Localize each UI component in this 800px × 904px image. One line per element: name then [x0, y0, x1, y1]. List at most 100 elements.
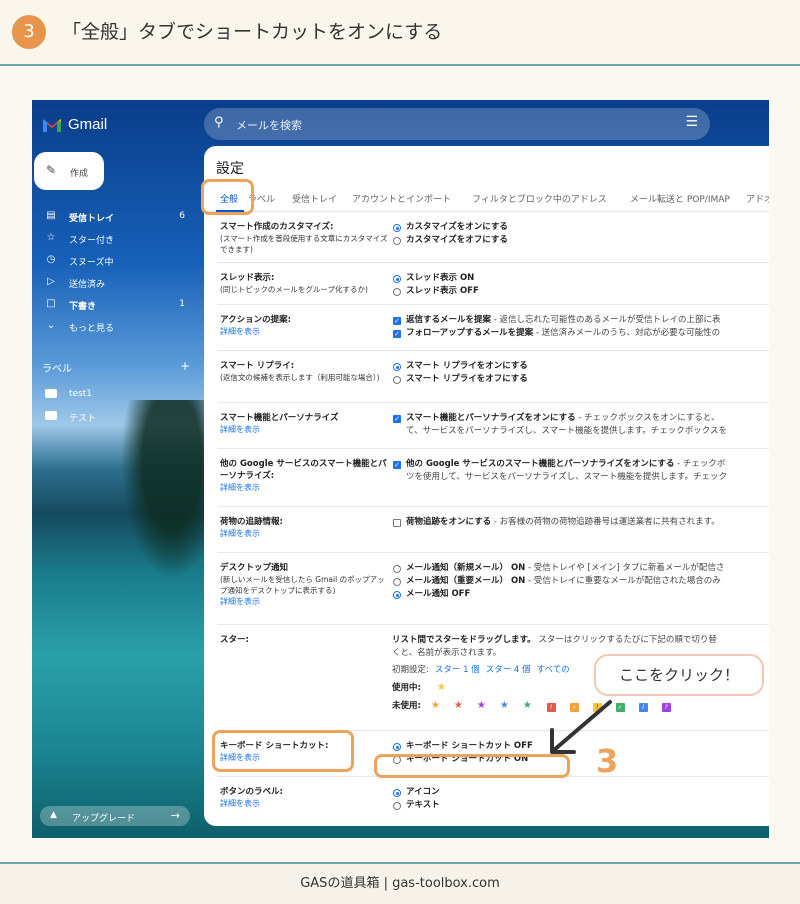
sidebar-item-drafts[interactable]: □ 下書き 1: [32, 294, 197, 316]
sidebar-label-test[interactable]: テスト: [32, 406, 192, 426]
setting-smart-reply: スマート リプライ: (返信文の候補を表示します（利用可能な場合）) スマート …: [218, 350, 769, 402]
setting-label-text: ボタンのラベル:: [220, 787, 283, 797]
sidebar-item-snoozed[interactable]: ◷ スヌーズ中: [32, 250, 197, 272]
setting-options: ✓ 返信するメールを提案 - 返信し忘れた可能性のあるメールが受信トレイの上部に表…: [392, 314, 769, 340]
settings-panel: 設定 全般 ラベル 受信トレイ アカウントとインポート フィルタとブロック中のア…: [204, 146, 769, 826]
upgrade-button[interactable]: ▲ アップグレード →: [40, 806, 190, 826]
radio-option[interactable]: スマート リプライをオフにする: [392, 373, 769, 386]
setting-label: 荷物の追跡情報: 詳細を表示: [220, 516, 392, 540]
radio-selected[interactable]: [393, 224, 401, 232]
setting-options: メール通知（新規メール） ON - 受信トレイや [メイン] タブに新着メールが…: [392, 562, 769, 601]
tab-addons[interactable]: アドオ: [746, 192, 769, 205]
blue-star-icon[interactable]: ★: [498, 699, 511, 712]
details-link[interactable]: 詳細を表示: [220, 798, 392, 810]
preset-4-stars-link[interactable]: スター 4 個: [486, 665, 531, 675]
setting-label: スマート機能とパーソナライズ 詳細を表示: [220, 412, 392, 436]
setting-label-text: 他の Google サービスのスマート機能とパーソナライズ:: [220, 459, 387, 481]
details-link[interactable]: 詳細を表示: [220, 326, 392, 338]
tab-filters[interactable]: フィルタとブロック中のアドレス: [472, 192, 607, 205]
radio-option[interactable]: テキスト: [392, 799, 769, 812]
radio-selected[interactable]: [393, 789, 401, 797]
gmail-brand: Gmail: [68, 116, 108, 133]
setting-options: カスタマイズをオンにする カスタマイズをオフにする: [392, 221, 769, 247]
yellow-star-icon[interactable]: ★: [435, 681, 448, 694]
option-description: て、サービスをパーソナライズし、スマート機能を提供します。チェックボックスを: [406, 426, 727, 436]
checkbox-option[interactable]: 荷物追跡をオンにする - お客様の荷物の荷物追跡番号は運送業者に共有されます。: [392, 516, 769, 529]
radio-unselected[interactable]: [393, 578, 401, 586]
radio-option[interactable]: スマート リプライをオンにする: [392, 360, 769, 373]
compose-button[interactable]: ✎ 作成: [34, 152, 104, 190]
clock-icon: ◷: [46, 254, 56, 265]
radio-option[interactable]: カスタマイズをオフにする: [392, 234, 769, 247]
purple-question-icon[interactable]: ?: [661, 703, 671, 712]
checkbox-option[interactable]: ✓ 他の Google サービスのスマート機能とパーソナライズをオンにする - チ…: [392, 458, 769, 471]
radio-unselected[interactable]: [393, 237, 401, 245]
green-star-icon[interactable]: ★: [521, 699, 534, 712]
details-link[interactable]: 詳細を表示: [220, 482, 392, 494]
radio-selected[interactable]: [393, 363, 401, 371]
checkbox-option[interactable]: ✓ 返信するメールを提案 - 返信し忘れた可能性のあるメールが受信トレイの上部に表: [392, 314, 769, 327]
setting-subtext: (スマート作成を普段使用する文章にカスタマイズできます): [220, 234, 388, 254]
search-icon[interactable]: ⚲: [214, 115, 224, 130]
setting-label-text: スマート作成のカスタマイズ:: [220, 222, 334, 232]
setting-label: スマート リプライ: (返信文の候補を表示します（利用可能な場合）): [220, 360, 392, 383]
checkbox-checked[interactable]: ✓: [393, 461, 401, 469]
setting-smart-compose: スマート作成のカスタマイズ: (スマート作成を普段使用する文章にカスタマイズでき…: [218, 212, 769, 262]
setting-smart-features: スマート機能とパーソナライズ 詳細を表示 ✓ スマート機能とパーソナライズをオンに…: [218, 402, 769, 448]
sidebar-item-sent[interactable]: ▷ 送信済み: [32, 272, 197, 294]
red-star-icon[interactable]: ★: [452, 699, 465, 712]
add-label-icon[interactable]: +: [180, 359, 190, 373]
checkbox-checked[interactable]: ✓: [393, 317, 401, 325]
sidebar-item-count: 1: [179, 299, 185, 309]
labels-heading: ラベル: [42, 364, 72, 375]
preset-1-star-link[interactable]: スター 1 個: [435, 665, 480, 675]
gmail-logo[interactable]: Gmail: [42, 116, 107, 133]
radio-unselected[interactable]: [393, 565, 401, 573]
details-link[interactable]: 詳細を表示: [220, 528, 392, 540]
radio-unselected[interactable]: [393, 376, 401, 384]
setting-label: デスクトップ通知 (新しいメールを受信したら Gmail のポップアップ通知をデ…: [220, 562, 392, 608]
sidebar-item-inbox[interactable]: ▤ 受信トレイ 6: [32, 206, 197, 228]
purple-star-icon[interactable]: ★: [475, 699, 488, 712]
tab-inbox[interactable]: 受信トレイ: [292, 192, 337, 205]
radio-option[interactable]: アイコン: [392, 786, 769, 799]
arrow-right-icon: →: [170, 809, 180, 822]
sidebar-label-test1[interactable]: test1: [32, 384, 192, 404]
radio-option[interactable]: メール通知（重要メール） ON - 受信トレイに重要なメールが配信された場合のみ: [392, 575, 769, 588]
checkbox-unchecked[interactable]: [393, 519, 401, 527]
details-link[interactable]: 詳細を表示: [220, 596, 392, 608]
radio-unselected[interactable]: [393, 288, 401, 296]
step-badge: 3: [12, 15, 46, 49]
radio-option[interactable]: カスタマイズをオンにする: [392, 221, 769, 234]
tab-accounts[interactable]: アカウントとインポート: [352, 192, 451, 205]
sidebar-item-starred[interactable]: ☆ スター付き: [32, 228, 197, 250]
checkbox-checked[interactable]: ✓: [393, 330, 401, 338]
radio-option[interactable]: メール通知 OFF: [392, 588, 769, 601]
setting-options: ✓ スマート機能とパーソナライズをオンにする - チェックボックスをオンにすると、…: [392, 412, 769, 438]
search-options-icon[interactable]: ☰: [685, 114, 698, 130]
search-input[interactable]: メールを検索: [236, 117, 302, 133]
radio-unselected[interactable]: [393, 802, 401, 810]
settings-tabs: 全般 ラベル 受信トレイ アカウントとインポート フィルタとブロック中のアドレス…: [204, 188, 769, 212]
radio-option[interactable]: スレッド表示 OFF: [392, 285, 769, 298]
radio-selected[interactable]: [393, 743, 401, 751]
orange-star-icon[interactable]: ★: [429, 699, 442, 712]
checkbox-option[interactable]: ✓ フォローアップするメールを提案 - 送信済みメールのうち、対応が必要な可能性の: [392, 327, 769, 340]
setting-label: 他の Google サービスのスマート機能とパーソナライズ: 詳細を表示: [220, 458, 392, 494]
search-bar[interactable]: ⚲ メールを検索 ☰: [204, 108, 710, 140]
radio-selected[interactable]: [393, 275, 401, 283]
tab-forwarding[interactable]: メール転送と POP/IMAP: [630, 192, 730, 205]
setting-subtext: (返信文の候補を表示します（利用可能な場合）): [220, 373, 380, 382]
blue-info-icon[interactable]: i: [638, 703, 648, 712]
radio-option[interactable]: メール通知（新規メール） ON - 受信トレイや [メイン] タブに新着メールが…: [392, 562, 769, 575]
setting-label: ボタンのラベル: 詳細を表示: [220, 786, 392, 810]
sidebar-item-more[interactable]: ⌄ もっと見る: [32, 316, 197, 338]
checkbox-option[interactable]: ✓ スマート機能とパーソナライズをオンにする - チェックボックスをオンにすると、: [392, 412, 769, 425]
details-link[interactable]: 詳細を表示: [220, 424, 392, 436]
radio-selected[interactable]: [393, 591, 401, 599]
checkbox-checked[interactable]: ✓: [393, 415, 401, 423]
setting-google-smart-features: 他の Google サービスのスマート機能とパーソナライズ: 詳細を表示 ✓ 他の…: [218, 448, 769, 506]
radio-option[interactable]: スレッド表示 ON: [392, 272, 769, 285]
setting-options: スマート リプライをオンにする スマート リプライをオフにする: [392, 360, 769, 386]
preset-all-stars-link[interactable]: すべての: [537, 665, 570, 675]
